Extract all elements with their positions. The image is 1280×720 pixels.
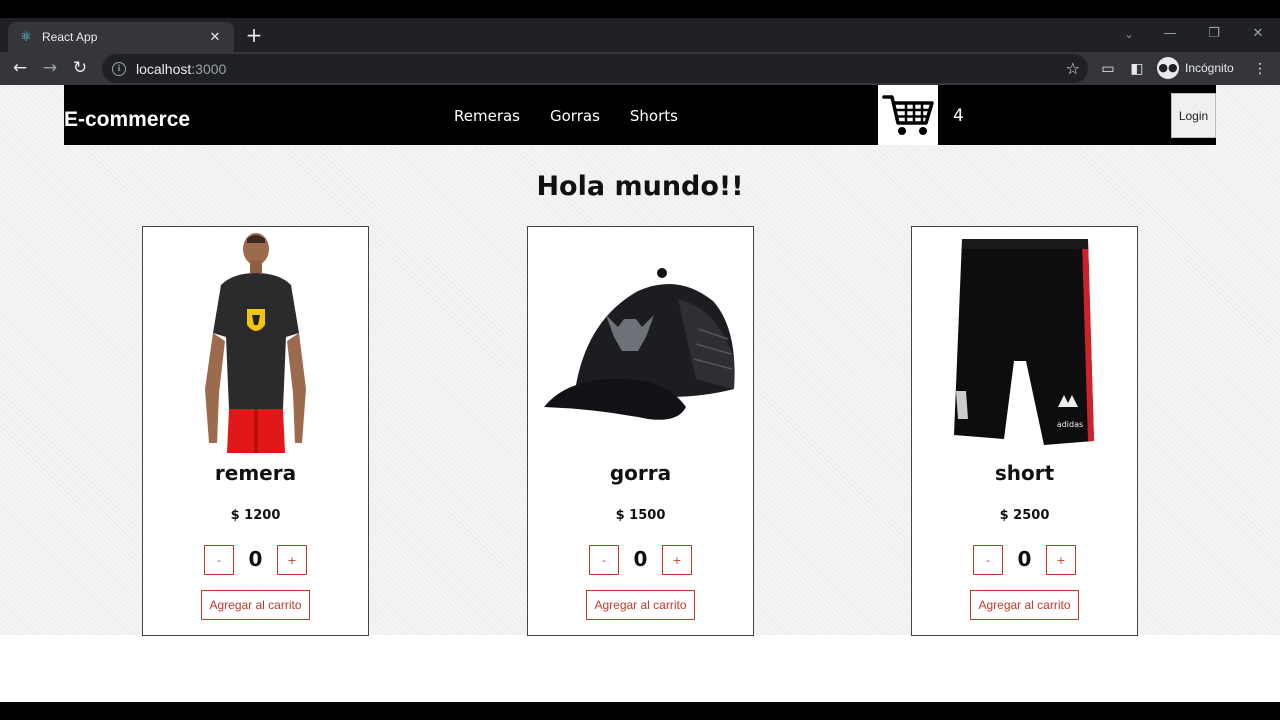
product-price: $ 1500 xyxy=(615,508,666,523)
quantity-stepper: - 0 + xyxy=(528,545,753,577)
restore-icon[interactable]: ❐ xyxy=(1192,18,1236,48)
react-favicon-icon: ⚛ xyxy=(20,29,32,45)
quantity-stepper: - 0 + xyxy=(143,545,368,577)
tab-strip: ⚛ React App ✕ + ⌄ — ❐ ✕ xyxy=(0,18,1280,52)
page-title: Hola mundo!! xyxy=(536,171,744,202)
cart-count: 4 xyxy=(953,106,964,126)
new-tab-button[interactable]: + xyxy=(242,24,266,48)
decrement-button[interactable]: - xyxy=(973,545,1003,575)
url-text: localhost:3000 xyxy=(136,61,226,77)
site-navbar: E-commerce Remeras Gorras Shorts 4 Login xyxy=(64,85,1216,145)
increment-button[interactable]: + xyxy=(662,545,692,575)
bookmark-star-icon[interactable]: ☆ xyxy=(1066,59,1080,78)
page-viewport: E-commerce Remeras Gorras Shorts 4 Login… xyxy=(0,85,1280,702)
browser-menu-icon[interactable]: ⋮ xyxy=(1249,58,1271,80)
quantity-stepper: - 0 + xyxy=(912,545,1137,577)
nav-link-gorras[interactable]: Gorras xyxy=(550,107,600,125)
product-card-gorra: gorra $ 1500 - 0 + Agregar al carrito xyxy=(527,226,754,636)
login-button[interactable]: Login xyxy=(1171,93,1216,138)
quantity-value: 0 xyxy=(248,547,263,571)
tab-react-app[interactable]: ⚛ React App ✕ xyxy=(8,22,234,52)
increment-button[interactable]: + xyxy=(277,545,307,575)
tab-close-icon[interactable]: ✕ xyxy=(206,30,224,45)
cast-icon[interactable]: ▭ xyxy=(1097,58,1119,80)
add-to-cart-button[interactable]: Agregar al carrito xyxy=(201,590,310,620)
tab-title: React App xyxy=(42,30,98,44)
incognito-label: Incógnito xyxy=(1185,61,1234,75)
product-card-remera: remera $ 1200 - 0 + Agregar al carrito xyxy=(142,226,369,636)
product-price: $ 2500 xyxy=(999,508,1050,523)
product-name: gorra xyxy=(609,461,672,485)
reload-icon[interactable]: ↻ xyxy=(68,56,92,80)
product-name: short xyxy=(994,461,1055,485)
url-port: :3000 xyxy=(191,60,227,77)
product-image-cap xyxy=(544,268,735,420)
brand-logo[interactable]: E-commerce xyxy=(64,108,190,132)
forward-icon[interactable]: → xyxy=(38,56,62,80)
window-close-icon[interactable]: ✕ xyxy=(1236,18,1280,48)
minimize-icon[interactable]: — xyxy=(1148,18,1192,48)
browser-window: ⚛ React App ✕ + ⌄ — ❐ ✕ ← → ↻ i localhos… xyxy=(0,0,1280,720)
quantity-value: 0 xyxy=(633,547,648,571)
product-name: remera xyxy=(214,461,297,485)
svg-text:adidas: adidas xyxy=(1057,420,1083,429)
product-image-shorts: adidas xyxy=(954,239,1094,445)
cart-widget[interactable] xyxy=(878,85,938,145)
tab-search-chevron-icon[interactable]: ⌄ xyxy=(1118,24,1140,46)
decrement-button[interactable]: - xyxy=(204,545,234,575)
category-menu: Remeras Gorras Shorts xyxy=(454,107,678,125)
info-icon[interactable]: i xyxy=(112,61,126,76)
browser-toolbar: ← → ↻ i localhost:3000 ☆ ▭ ◧ ●● Incógnit… xyxy=(0,52,1280,85)
product-image-tshirt xyxy=(205,233,306,453)
shopping-cart-icon xyxy=(882,95,934,135)
product-price: $ 1200 xyxy=(230,508,281,523)
product-card-short: adidas short $ 2500 - 0 + Agregar al car… xyxy=(911,226,1138,636)
top-letterbox xyxy=(0,0,1280,18)
add-to-cart-button[interactable]: Agregar al carrito xyxy=(586,590,695,620)
nav-link-remeras[interactable]: Remeras xyxy=(454,107,520,125)
address-bar[interactable]: i localhost:3000 ☆ xyxy=(102,54,1088,83)
window-controls: — ❐ ✕ xyxy=(1148,18,1280,48)
increment-button[interactable]: + xyxy=(1046,545,1076,575)
bottom-letterbox xyxy=(0,702,1280,720)
decrement-button[interactable]: - xyxy=(589,545,619,575)
add-to-cart-button[interactable]: Agregar al carrito xyxy=(970,590,1079,620)
nav-link-shorts[interactable]: Shorts xyxy=(630,107,678,125)
url-host: localhost xyxy=(136,60,192,77)
back-icon[interactable]: ← xyxy=(8,56,32,80)
incognito-profile[interactable]: ●● Incógnito xyxy=(1155,56,1242,80)
quantity-value: 0 xyxy=(1017,547,1032,571)
incognito-icon: ●● xyxy=(1157,57,1179,79)
sidebar-icon[interactable]: ◧ xyxy=(1126,58,1148,80)
